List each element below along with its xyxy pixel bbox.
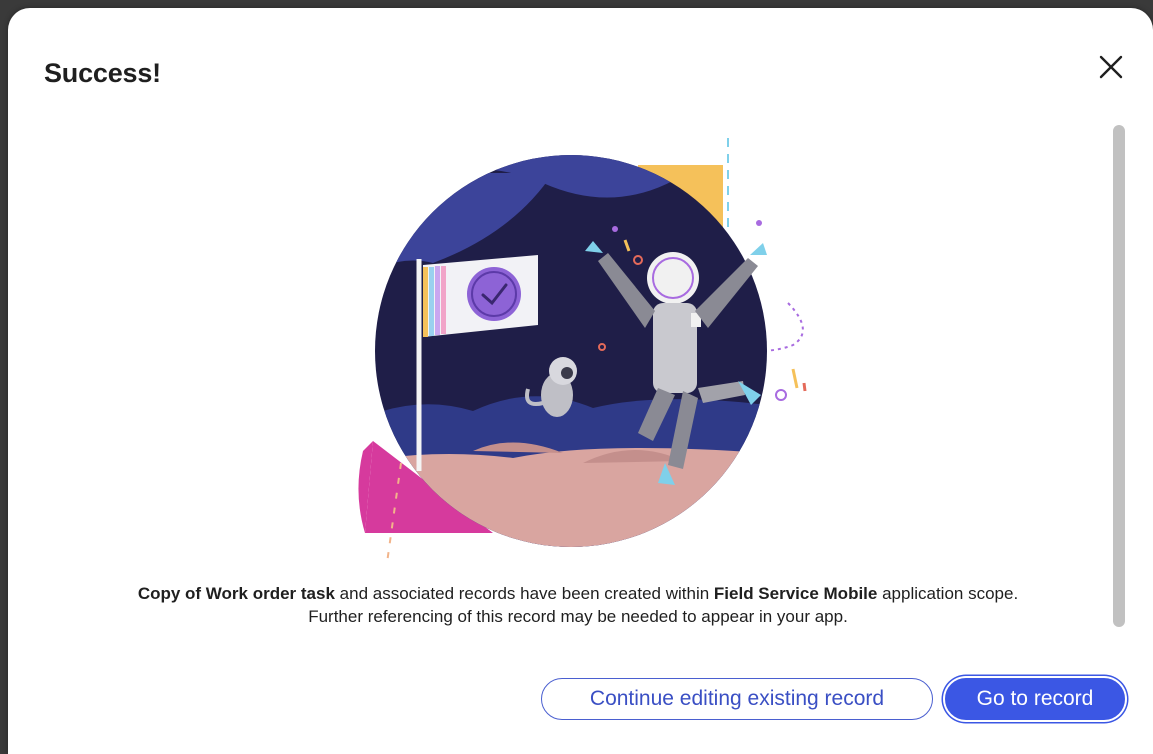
message-line-1: Copy of Work order task and associated r… <box>38 582 1118 605</box>
astronaut-flag-illustration <box>358 138 807 564</box>
scrollbar-thumb[interactable] <box>1113 125 1125 627</box>
close-icon <box>1099 55 1123 79</box>
message-text: application scope. <box>877 584 1019 603</box>
close-button[interactable] <box>1092 48 1130 86</box>
message-text: and associated records have been created… <box>334 584 714 603</box>
dialog-title: Success! <box>44 58 161 88</box>
record-name: Copy of Work order task <box>137 584 335 603</box>
application-scope: Field Service Mobile <box>713 584 878 603</box>
success-message: Copy of Work order task and associated r… <box>38 582 1118 628</box>
continue-editing-button[interactable]: Continue editing existing record <box>541 678 933 720</box>
success-dialog: Success! Copy of Work order task and ass… <box>8 8 1153 754</box>
go-to-record-button[interactable]: Go to record <box>945 678 1125 720</box>
message-line-2: Further referencing of this record may b… <box>308 607 848 626</box>
scrollbar[interactable] <box>1113 125 1125 627</box>
